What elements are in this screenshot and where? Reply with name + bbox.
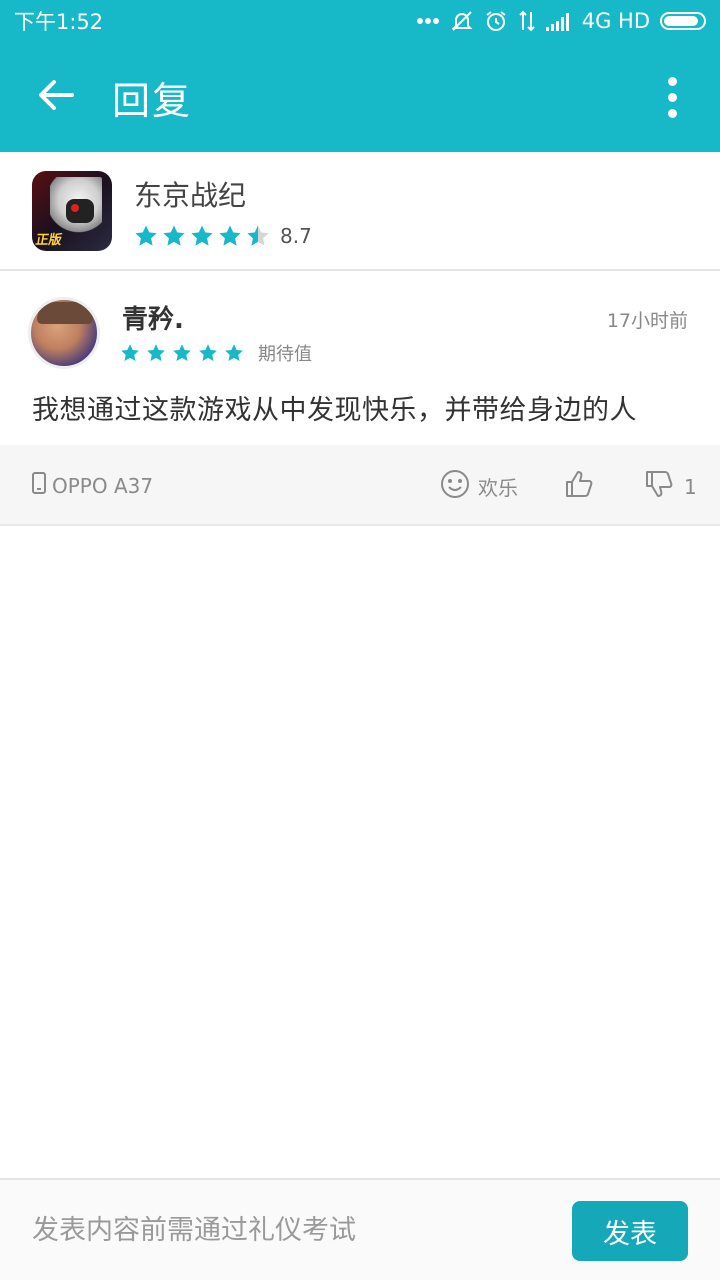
thumbs-up-icon <box>564 471 594 503</box>
device-info: OPPO A37 <box>32 472 153 499</box>
more-dot <box>667 92 677 102</box>
star-icon <box>198 343 218 363</box>
more-notifications-icon <box>416 17 440 25</box>
app-bar: 回复 <box>0 42 720 152</box>
more-options-button[interactable] <box>650 72 694 122</box>
screen: 下午1:52 4G HD 回复 正版 东京战纪 8.7 青矜. 17小时前 期待… <box>0 0 720 1280</box>
user-name[interactable]: 青矜. <box>122 299 184 336</box>
dislike-button[interactable]: 1 <box>644 469 697 504</box>
more-vertical-icon <box>667 76 677 86</box>
game-info: 东京战纪 8.7 <box>134 174 312 248</box>
review-time: 17小时前 <box>606 310 688 332</box>
star-icon <box>218 224 242 248</box>
star-icon <box>246 224 270 248</box>
star-icon <box>162 224 186 248</box>
status-time: 下午1:52 <box>14 10 104 34</box>
avatar[interactable] <box>28 297 100 369</box>
game-score: 8.7 <box>280 223 312 248</box>
star-icon <box>134 224 158 248</box>
battery-icon <box>660 12 706 30</box>
game-stars <box>134 224 270 248</box>
smile-icon <box>440 469 470 504</box>
comment-bar: 发表 <box>0 1178 720 1280</box>
user-stars <box>120 343 244 363</box>
signal-icon <box>545 11 572 31</box>
review: 青矜. 17小时前 期待值 我想通过这款游戏从中发现快乐，并带给身边的人 <box>0 273 720 445</box>
game-name: 东京战纪 <box>134 178 247 212</box>
mood-button[interactable]: 欢乐 <box>440 469 518 504</box>
arrow-left-icon <box>38 79 74 115</box>
game-icon-eye <box>71 203 79 212</box>
mood-label: 欢乐 <box>478 476 518 500</box>
thumbs-down-icon <box>644 469 674 504</box>
star-icon <box>224 343 244 363</box>
back-button[interactable] <box>0 42 112 152</box>
dislike-count: 1 <box>684 474 697 499</box>
star-icon <box>120 343 140 363</box>
network-type: 4G HD <box>581 9 650 33</box>
data-transfer-icon <box>518 10 536 32</box>
game-icon: 正版 <box>32 170 112 251</box>
game-icon-badge: 正版 <box>34 232 63 248</box>
publish-button[interactable]: 发表 <box>572 1201 688 1261</box>
more-dot <box>667 108 677 118</box>
review-text: 我想通过这款游戏从中发现快乐，并带给身边的人 <box>32 395 637 426</box>
status-bar: 下午1:52 4G HD <box>0 0 720 42</box>
game-rating: 8.7 <box>134 224 312 248</box>
battery-level <box>664 16 699 26</box>
like-button[interactable] <box>564 469 594 503</box>
star-icon <box>146 343 166 363</box>
avatar-hair <box>37 302 93 324</box>
status-icons: 4G HD <box>416 9 706 33</box>
alarm-icon <box>484 9 508 33</box>
page-title: 回复 <box>112 78 193 123</box>
phone-icon <box>32 472 46 499</box>
rating-tag: 期待值 <box>258 344 312 365</box>
device-name: OPPO A37 <box>52 473 154 498</box>
comment-input[interactable] <box>32 1210 532 1250</box>
star-icon <box>172 343 192 363</box>
action-bar: OPPO A37 欢乐 1 <box>0 445 720 526</box>
game-icon-mask <box>66 198 94 223</box>
game-card[interactable]: 正版 东京战纪 8.7 <box>0 152 720 271</box>
user-rating: 期待值 <box>120 340 312 366</box>
mute-icon <box>450 9 474 33</box>
star-icon <box>190 224 214 248</box>
